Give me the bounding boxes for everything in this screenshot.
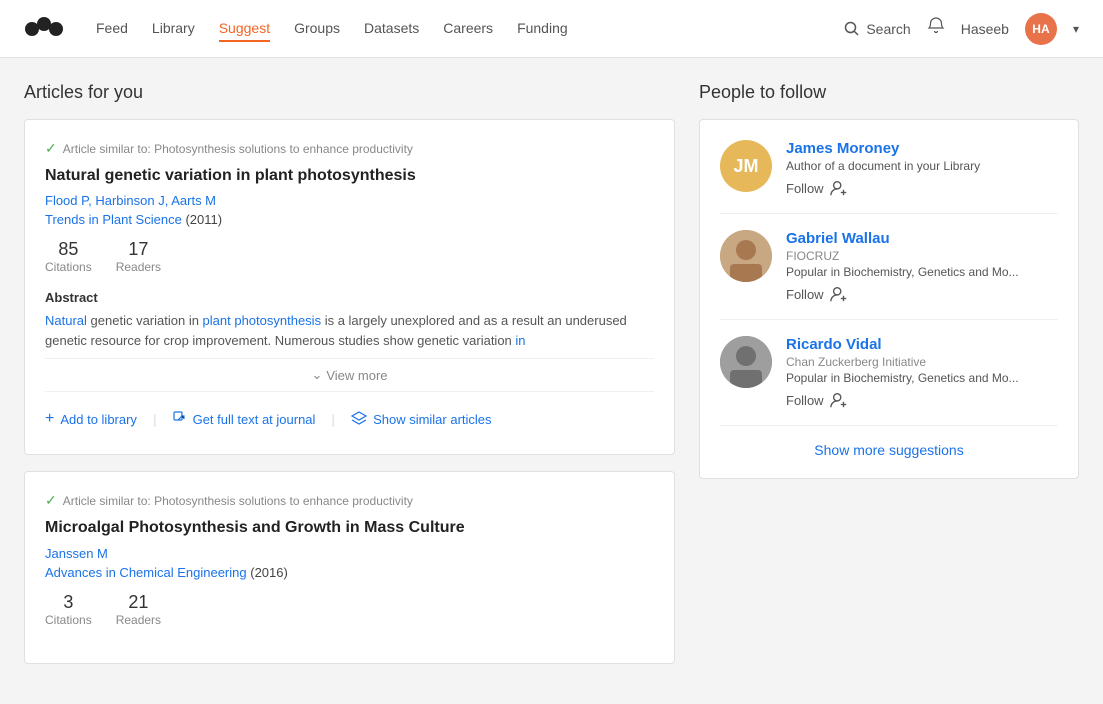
page-content: Articles for you ✓ Article similar to: P… bbox=[0, 58, 1103, 704]
article-journal-1: Trends in Plant Science (2011) bbox=[45, 212, 654, 227]
show-similar-button[interactable]: Show similar articles bbox=[339, 405, 503, 434]
person-name-rv[interactable]: Ricardo Vidal bbox=[786, 336, 1058, 353]
article-card-1: ✓ Article similar to: Photosynthesis sol… bbox=[24, 119, 675, 455]
person-org-gw: FIOCRUZ bbox=[786, 249, 1058, 263]
search-label: Search bbox=[866, 21, 910, 37]
view-more-1[interactable]: ⌄ View more bbox=[45, 358, 654, 391]
nav-library[interactable]: Library bbox=[152, 16, 195, 42]
article-stats-1: 85 Citations 17 Readers bbox=[45, 239, 654, 274]
nav-groups[interactable]: Groups bbox=[294, 16, 340, 42]
article-similar-tag-2: ✓ Article similar to: Photosynthesis sol… bbox=[45, 492, 654, 509]
person-info-jm: James Moroney Author of a document in yo… bbox=[786, 140, 1058, 197]
add-to-library-button[interactable]: + Add to library bbox=[45, 404, 149, 434]
follow-icon-rv bbox=[830, 391, 848, 409]
logo[interactable] bbox=[24, 15, 64, 43]
person-info-rv: Ricardo Vidal Chan Zuckerberg Initiative… bbox=[786, 336, 1058, 409]
person-org-rv: Chan Zuckerberg Initiative bbox=[786, 355, 1058, 369]
follow-icon-jm bbox=[830, 179, 848, 197]
citations-stat-2: 3 Citations bbox=[45, 592, 92, 627]
article-card-2: ✓ Article similar to: Photosynthesis sol… bbox=[24, 471, 675, 663]
follow-icon-gw bbox=[830, 285, 848, 303]
get-full-text-button[interactable]: Get full text at journal bbox=[161, 405, 328, 434]
external-link-icon bbox=[173, 411, 187, 428]
person-desc-gw: Popular in Biochemistry, Genetics and Mo… bbox=[786, 265, 1058, 279]
articles-section: Articles for you ✓ Article similar to: P… bbox=[24, 82, 675, 680]
article-authors-2: Janssen M bbox=[45, 546, 654, 561]
nav-links: Feed Library Suggest Groups Datasets Car… bbox=[96, 16, 844, 42]
check-icon-2: ✓ bbox=[45, 492, 57, 509]
nav-right: Search Haseeb HA ▾ bbox=[844, 13, 1079, 45]
person-desc-rv: Popular in Biochemistry, Genetics and Mo… bbox=[786, 371, 1058, 385]
person-item-jm: JM James Moroney Author of a document in… bbox=[720, 140, 1058, 214]
abstract-label-1: Abstract bbox=[45, 290, 654, 305]
avatar-rv bbox=[720, 336, 772, 388]
search-icon bbox=[844, 21, 860, 37]
people-sidebar: People to follow JM James Moroney Author… bbox=[699, 82, 1079, 680]
check-icon-1: ✓ bbox=[45, 140, 57, 157]
user-avatar[interactable]: HA bbox=[1025, 13, 1057, 45]
search-button[interactable]: Search bbox=[844, 21, 910, 37]
follow-button-gw[interactable]: Follow bbox=[786, 285, 848, 303]
article-actions-1: + Add to library | Get full text at jour… bbox=[45, 391, 654, 434]
people-section-title: People to follow bbox=[699, 82, 1079, 103]
person-item-gw: Gabriel Wallau FIOCRUZ Popular in Bioche… bbox=[720, 214, 1058, 320]
plus-icon: + bbox=[45, 410, 54, 428]
journal-link-1[interactable]: Trends in Plant Science bbox=[45, 212, 182, 227]
article-journal-2: Advances in Chemical Engineering (2016) bbox=[45, 565, 654, 580]
avatar-jm: JM bbox=[720, 140, 772, 192]
person-name-gw[interactable]: Gabriel Wallau bbox=[786, 230, 1058, 247]
nav-funding[interactable]: Funding bbox=[517, 16, 568, 42]
articles-section-title: Articles for you bbox=[24, 82, 675, 103]
article-title-1: Natural genetic variation in plant photo… bbox=[45, 165, 654, 187]
readers-stat: 17 Readers bbox=[116, 239, 161, 274]
nav-suggest[interactable]: Suggest bbox=[219, 16, 270, 42]
article-title-2: Microalgal Photosynthesis and Growth in … bbox=[45, 517, 654, 539]
article-similar-tag-1: ✓ Article similar to: Photosynthesis sol… bbox=[45, 140, 654, 157]
avatar-gw bbox=[720, 230, 772, 282]
nav-datasets[interactable]: Datasets bbox=[364, 16, 419, 42]
follow-button-rv[interactable]: Follow bbox=[786, 391, 848, 409]
person-name-jm[interactable]: James Moroney bbox=[786, 140, 1058, 157]
nav-careers[interactable]: Careers bbox=[443, 16, 493, 42]
layers-icon bbox=[351, 411, 367, 428]
person-item-rv: Ricardo Vidal Chan Zuckerberg Initiative… bbox=[720, 320, 1058, 426]
user-name: Haseeb bbox=[961, 21, 1009, 37]
readers-stat-2: 21 Readers bbox=[116, 592, 161, 627]
article-stats-2: 3 Citations 21 Readers bbox=[45, 592, 654, 627]
person-desc-jm: Author of a document in your Library bbox=[786, 159, 1058, 173]
abstract-text-1: Natural genetic variation in plant photo… bbox=[45, 311, 654, 350]
journal-link-2[interactable]: Advances in Chemical Engineering bbox=[45, 565, 247, 580]
citations-stat: 85 Citations bbox=[45, 239, 92, 274]
nav-feed[interactable]: Feed bbox=[96, 16, 128, 42]
person-info-gw: Gabriel Wallau FIOCRUZ Popular in Bioche… bbox=[786, 230, 1058, 303]
article-authors-1: Flood P, Harbinson J, Aarts M bbox=[45, 193, 654, 208]
user-menu-chevron[interactable]: ▾ bbox=[1073, 22, 1079, 36]
follow-button-jm[interactable]: Follow bbox=[786, 179, 848, 197]
people-card: JM James Moroney Author of a document in… bbox=[699, 119, 1079, 479]
show-more-suggestions-button[interactable]: Show more suggestions bbox=[720, 426, 1058, 458]
notifications-bell[interactable] bbox=[927, 17, 945, 40]
